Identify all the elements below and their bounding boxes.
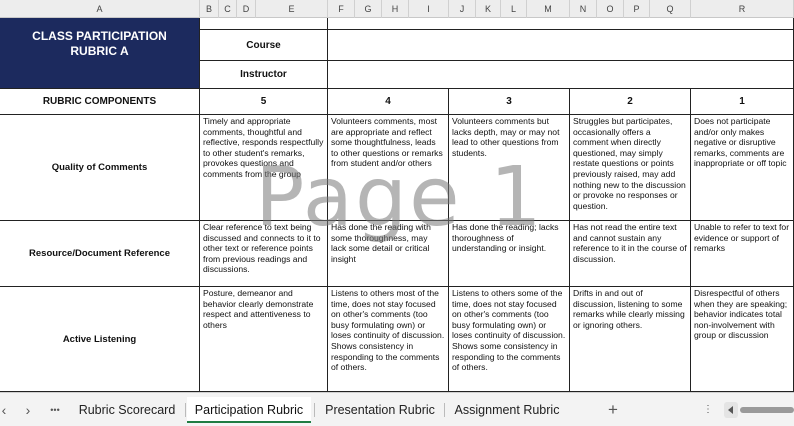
resource-score-4-cell[interactable]: Has done the reading with some thoroughn… xyxy=(328,221,449,287)
horizontal-scrollbar[interactable] xyxy=(724,402,794,418)
instructor-value-cell[interactable] xyxy=(328,61,794,89)
tab-label: Rubric Scorecard xyxy=(78,403,176,417)
column-header[interactable]: Q xyxy=(650,0,691,18)
column-header[interactable]: K xyxy=(476,0,501,18)
score-1-header: 1 xyxy=(739,96,745,107)
tab-participation-rubric[interactable]: Participation Rubric xyxy=(187,397,311,423)
quality-score-1-cell[interactable]: Does not participate and/or only makes n… xyxy=(691,115,794,221)
listening-score-4-cell[interactable]: Listens to others most of the time, does… xyxy=(328,287,449,392)
resource-row-label-cell[interactable]: Resource/Document Reference xyxy=(0,221,200,287)
scroll-left-icon[interactable] xyxy=(724,402,738,418)
score-5-header-cell[interactable]: 5 xyxy=(200,89,328,115)
tab-assignment-rubric[interactable]: Assignment Rubric xyxy=(448,397,566,423)
resource-score-3-cell[interactable]: Has done the reading; lacks thoroughness… xyxy=(449,221,570,287)
score-5-header: 5 xyxy=(260,96,267,107)
resource-score-2-cell[interactable]: Has not read the entire text and cannot … xyxy=(570,221,691,287)
rubric-title: CLASS PARTICIPATION RUBRIC A xyxy=(32,29,167,58)
score-3-header-cell[interactable]: 3 xyxy=(449,89,570,115)
resource-row-label: Resource/Document Reference xyxy=(29,248,170,259)
quality-score-4-cell[interactable]: Volunteers comments, most are appropriat… xyxy=(328,115,449,221)
score-2-header: 2 xyxy=(627,96,633,107)
components-header: RUBRIC COMPONENTS xyxy=(42,96,157,107)
column-header[interactable]: H xyxy=(382,0,409,18)
course-label: Course xyxy=(246,39,281,51)
next-sheet-icon[interactable]: › xyxy=(20,401,36,419)
listening-score-3-cell[interactable]: Listens to others some of the time, does… xyxy=(449,287,570,392)
course-label-cell[interactable]: Course xyxy=(200,30,328,61)
column-header[interactable]: L xyxy=(501,0,527,18)
resource-score-1-cell[interactable]: Unable to refer to text for evidence or … xyxy=(691,221,794,287)
add-sheet-icon[interactable]: + xyxy=(600,397,626,423)
sheet-tab-bar: ‹ › ••• Rubric Scorecard Participation R… xyxy=(0,392,794,426)
listening-score-2-cell[interactable]: Drifts in and out of discussion, listeni… xyxy=(570,287,691,392)
scrollbar-thumb[interactable] xyxy=(740,407,794,413)
score-3-header: 3 xyxy=(506,96,512,107)
quality-score-5-cell[interactable]: Timely and appropriate comments, thought… xyxy=(200,115,328,221)
tab-rubric-scorecard[interactable]: Rubric Scorecard xyxy=(72,397,182,423)
column-header[interactable]: D xyxy=(237,0,256,18)
column-header[interactable]: J xyxy=(449,0,476,18)
score-4-header: 4 xyxy=(385,96,391,107)
spreadsheet-grid[interactable]: CLASS PARTICIPATION RUBRIC A Semester Co… xyxy=(0,0,794,392)
tab-divider xyxy=(314,403,315,417)
score-4-header-cell[interactable]: 4 xyxy=(328,89,449,115)
column-header[interactable]: M xyxy=(527,0,570,18)
column-header-bar: A B C D E F G H I J K L M N O P Q R xyxy=(0,0,794,18)
listening-row-label: Active Listening xyxy=(62,333,137,345)
column-header[interactable]: I xyxy=(409,0,449,18)
quality-row-label-cell[interactable]: Quality of Comments xyxy=(0,115,200,221)
tab-label: Presentation Rubric xyxy=(325,403,435,417)
listening-score-5-cell[interactable]: Posture, demeanor and behavior clearly d… xyxy=(200,287,328,392)
column-header[interactable]: G xyxy=(355,0,382,18)
column-header[interactable]: B xyxy=(200,0,219,18)
score-1-header-cell[interactable]: 1 xyxy=(691,89,794,115)
more-sheets-icon[interactable]: ••• xyxy=(46,401,64,419)
column-header[interactable]: F xyxy=(328,0,355,18)
tab-divider xyxy=(185,403,186,417)
tab-label: Assignment Rubric xyxy=(454,403,560,417)
column-header[interactable]: C xyxy=(219,0,237,18)
instructor-label-cell[interactable]: Instructor xyxy=(200,61,328,89)
column-header[interactable]: A xyxy=(0,0,200,18)
previous-sheet-icon[interactable]: ‹ xyxy=(0,401,12,419)
column-header[interactable]: E xyxy=(256,0,328,18)
column-header[interactable]: P xyxy=(624,0,650,18)
column-header[interactable]: O xyxy=(597,0,624,18)
course-value-cell[interactable] xyxy=(328,30,794,61)
listening-row-label-cell[interactable]: Active Listening xyxy=(0,287,200,392)
tab-presentation-rubric[interactable]: Presentation Rubric xyxy=(318,397,442,423)
quality-score-2-cell[interactable]: Struggles but participates, occasionally… xyxy=(570,115,691,221)
column-header[interactable]: R xyxy=(691,0,794,18)
components-header-cell[interactable]: RUBRIC COMPONENTS xyxy=(0,89,200,115)
instructor-label: Instructor xyxy=(240,69,287,80)
resource-score-5-cell[interactable]: Clear reference to text being discussed … xyxy=(200,221,328,287)
score-2-header-cell[interactable]: 2 xyxy=(570,89,691,115)
listening-score-1-cell[interactable]: Disrespectful of others when they are sp… xyxy=(691,287,794,392)
tab-label: Participation Rubric xyxy=(194,403,304,417)
column-header[interactable]: N xyxy=(570,0,597,18)
quality-row-label: Quality of Comments xyxy=(51,162,148,173)
quality-score-3-cell[interactable]: Volunteers comments but lacks depth, may… xyxy=(449,115,570,221)
tab-divider xyxy=(444,403,445,417)
tab-options-icon[interactable]: ⋮ xyxy=(700,401,716,419)
